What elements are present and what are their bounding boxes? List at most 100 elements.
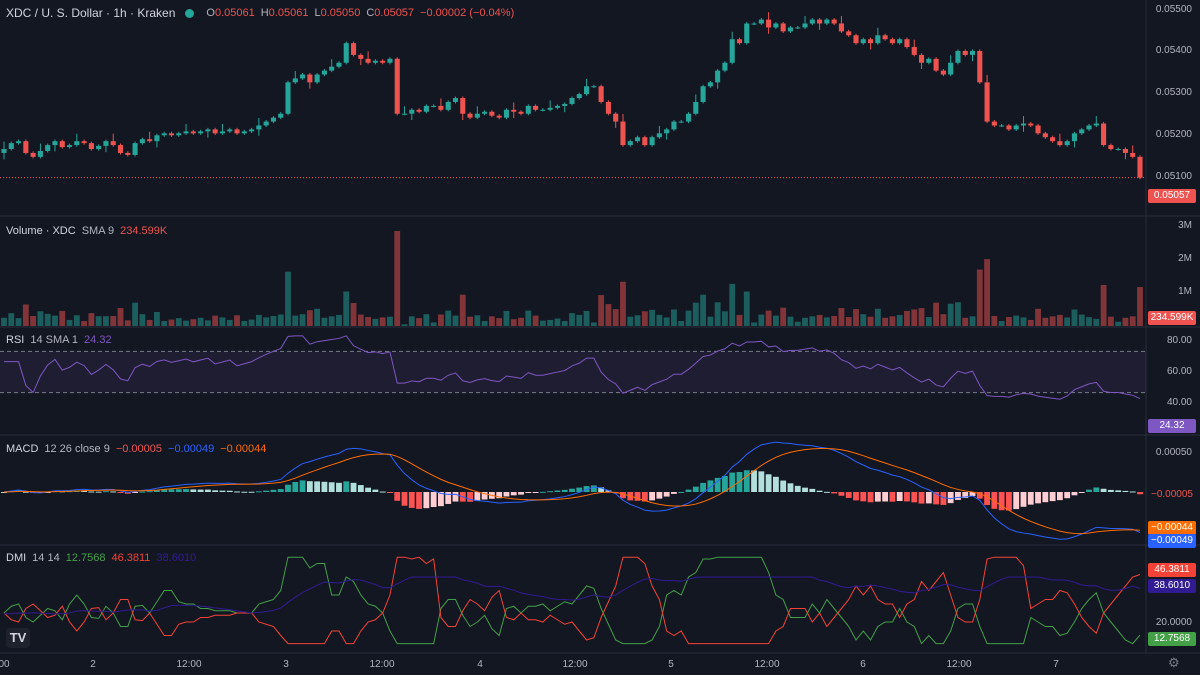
candle-body — [1108, 145, 1114, 150]
volume-bar — [707, 316, 714, 326]
candle-body — [605, 101, 611, 114]
dmi-header[interactable]: DMI 14 14 12.7568 46.3811 38.6010 — [6, 552, 196, 564]
dmi-minus-label: 46.3811 — [1148, 563, 1196, 577]
macd-histogram-bar — [430, 492, 437, 508]
macd-histogram-bar — [183, 489, 189, 492]
macd-histogram-bar — [845, 492, 852, 498]
candle-body — [467, 113, 473, 118]
macd-histogram-bar — [539, 491, 546, 493]
candle-body — [897, 39, 903, 44]
candle-body — [977, 50, 983, 83]
candle-body — [744, 23, 750, 44]
macd-histogram-bar — [168, 489, 175, 492]
volume-bar — [641, 311, 648, 326]
macd-histogram-bar — [314, 481, 321, 492]
candle-body — [474, 113, 480, 118]
candle-body — [729, 39, 735, 63]
candle-body — [59, 141, 65, 148]
candle-body — [904, 39, 910, 48]
candle-body — [736, 39, 743, 44]
volume-bar — [576, 314, 583, 326]
candle-body — [249, 129, 255, 132]
rsi-tick: 60.00 — [1166, 366, 1192, 377]
volume-bar — [991, 315, 998, 326]
volume-bar — [387, 316, 393, 326]
settings-gear-icon[interactable]: ⚙ — [1168, 655, 1180, 671]
volume-bar — [357, 314, 364, 326]
candle-body — [817, 19, 823, 24]
candle-body — [1, 149, 7, 153]
volume-bar — [394, 231, 401, 326]
volume-bar — [241, 321, 248, 326]
price-tick: 0.05100 — [1155, 171, 1192, 182]
volume-bar — [401, 324, 408, 326]
volume-bar — [1100, 285, 1107, 326]
candle-body — [263, 121, 269, 126]
macd-histogram-bar — [226, 490, 233, 492]
volume-bar — [408, 316, 415, 326]
macd-histogram-bar — [408, 492, 415, 508]
candle-body — [802, 23, 808, 28]
symbol-header: XDC / U. S. Dollar · 1h · Kraken O0.0506… — [6, 6, 514, 20]
volume-bar — [962, 317, 969, 326]
symbol-title[interactable]: XDC / U. S. Dollar · 1h · Kraken — [6, 6, 175, 20]
candle-body — [74, 141, 80, 146]
candle-body — [562, 103, 568, 106]
macd-hist-label: −0.00005 — [1151, 489, 1193, 500]
macd-signal-value: −0.00044 — [220, 443, 267, 455]
candle-body — [125, 152, 131, 155]
macd-header[interactable]: MACD 12 26 close 9 −0.00005 −0.00049 −0.… — [6, 443, 266, 455]
macd-histogram-bar — [474, 492, 481, 501]
volume-value: 234.599K — [120, 225, 168, 237]
volume-bar — [1122, 317, 1129, 326]
chart-canvas[interactable] — [0, 0, 1200, 675]
volume-bar — [976, 269, 983, 326]
volume-bar — [940, 314, 947, 326]
volume-bar — [1006, 317, 1012, 326]
macd-tick: 0.00050 — [1155, 447, 1192, 458]
volume-bar — [73, 315, 80, 326]
macd-histogram-bar — [947, 492, 954, 504]
tradingview-logo-icon[interactable]: TV — [6, 628, 30, 648]
macd-histogram-bar — [532, 492, 539, 493]
macd-histogram-bar — [518, 492, 524, 495]
candle-body — [991, 121, 997, 126]
macd-histogram-bar — [328, 482, 335, 492]
macd-histogram-bar — [671, 492, 677, 494]
macd-histogram-bar — [336, 482, 342, 492]
volume-bar — [867, 316, 874, 326]
candle-body — [1079, 129, 1085, 134]
volume-bar — [430, 322, 437, 326]
candle-body — [154, 135, 160, 142]
candle-body — [940, 70, 946, 75]
candle-body — [1020, 123, 1027, 126]
candle-body — [350, 43, 357, 55]
volume-bar — [22, 304, 29, 326]
macd-histogram-bar — [816, 490, 823, 492]
macd-histogram-bar — [110, 491, 117, 493]
candle-body — [292, 78, 298, 83]
time-tick: 00 — [0, 659, 10, 670]
time-tick: 4 — [477, 659, 483, 670]
macd-histogram-bar — [416, 492, 422, 509]
macd-histogram-bar — [95, 491, 102, 493]
candle-body — [962, 50, 968, 55]
candle-body — [81, 141, 87, 144]
macd-histogram-bar — [88, 491, 95, 493]
candle-body — [445, 101, 451, 110]
volume-header[interactable]: Volume · XDC SMA 9 234.599K — [6, 225, 167, 237]
volume-bar — [30, 315, 37, 326]
candle-body — [1064, 141, 1070, 146]
volume-bar — [37, 311, 44, 326]
volume-bar — [299, 314, 306, 326]
macd-histogram-bar — [853, 492, 859, 501]
rsi-header[interactable]: RSI 14 SMA 1 24.32 — [6, 334, 112, 346]
volume-bar — [15, 318, 22, 326]
macd-histogram-bar — [423, 492, 430, 509]
volume-bar — [277, 314, 284, 326]
volume-bar — [569, 313, 575, 326]
macd-histogram-bar — [212, 490, 219, 492]
macd-histogram-bar — [277, 489, 284, 492]
volume-bar — [379, 317, 386, 326]
macd-histogram-bar — [510, 492, 517, 496]
